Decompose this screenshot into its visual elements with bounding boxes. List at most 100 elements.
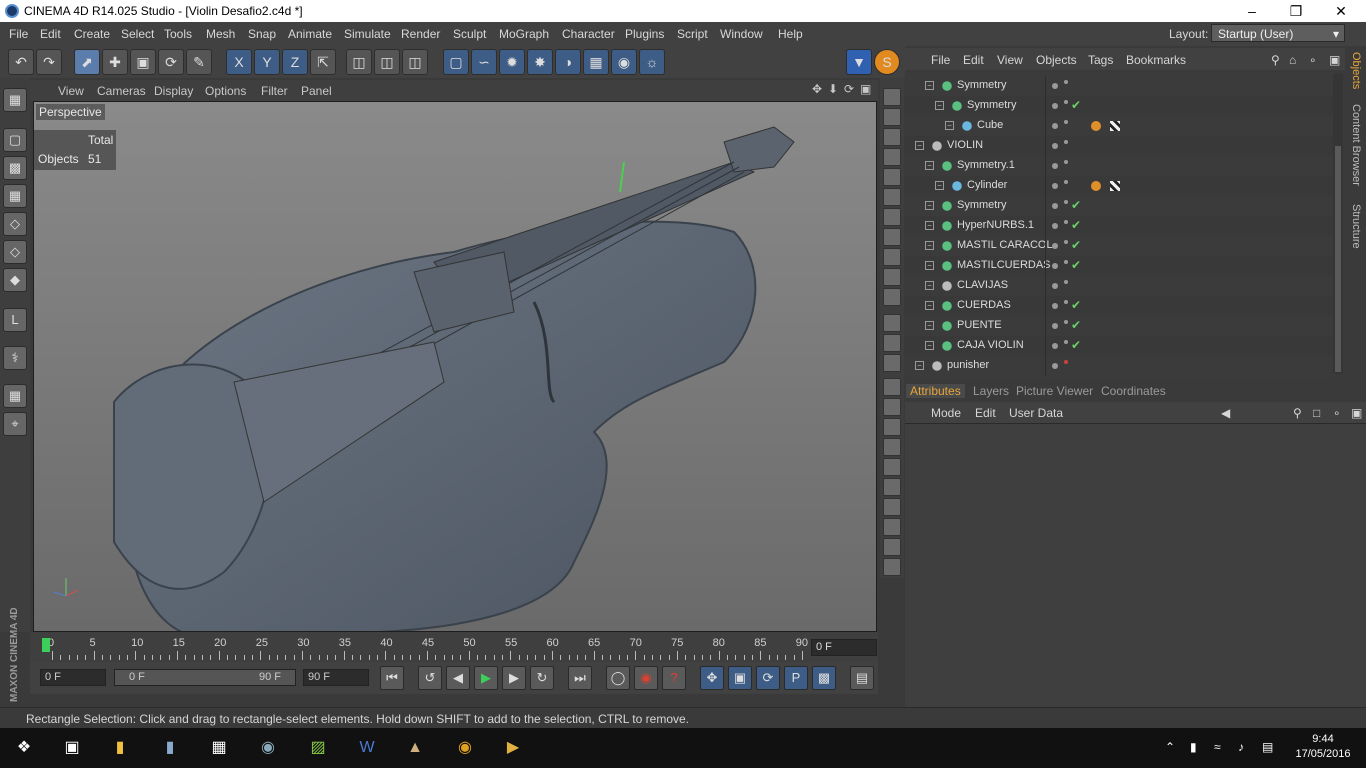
z-axis-icon[interactable]: Z — [282, 49, 308, 75]
timeline[interactable]: 0 5 10 15 20 25 30 35 40 45 50 55 60 65 70 75 80 85 90 0 F — [30, 632, 878, 662]
editor-visibility-dot[interactable] — [1052, 223, 1058, 229]
enabled-check-icon[interactable]: ✔ — [1071, 198, 1081, 212]
system-clock[interactable]: 9:44 17/05/2016 — [1290, 732, 1356, 762]
tool-icon-12[interactable] — [883, 314, 901, 332]
attr-menu-mode[interactable]: Mode — [931, 406, 961, 420]
expand-toggle-icon[interactable]: − — [925, 301, 934, 310]
y-axis-icon[interactable]: Y — [254, 49, 280, 75]
object-name[interactable]: Symmetry — [967, 99, 1017, 111]
tool-icon-20[interactable] — [883, 478, 901, 496]
rotate-icon[interactable]: ⟳ — [158, 49, 184, 75]
render-visibility-dot[interactable] — [1064, 120, 1068, 124]
expand-toggle-icon[interactable]: − — [925, 321, 934, 330]
tool-icon-17[interactable] — [883, 418, 901, 436]
visibility-dots[interactable] — [1045, 176, 1085, 196]
redo-icon[interactable]: ↷ — [36, 49, 62, 75]
object-row[interactable]: − Symmetry.1 — [905, 156, 1335, 176]
tool-icon-9[interactable] — [883, 248, 901, 266]
zoom-view-icon[interactable]: ⬇ — [828, 82, 838, 96]
word-icon[interactable]: W — [353, 734, 381, 762]
new-window-icon[interactable]: ▣ — [1351, 406, 1362, 420]
object-name[interactable]: CLAVIJAS — [957, 279, 1008, 291]
sculpt-icon[interactable]: S — [874, 49, 900, 75]
tool-icon-6[interactable] — [883, 188, 901, 206]
expand-toggle-icon[interactable]: − — [925, 81, 934, 90]
om-menu-tags[interactable]: Tags — [1088, 53, 1113, 67]
snapping-icon[interactable]: ▦ — [3, 384, 27, 408]
tool-icon-10[interactable] — [883, 268, 901, 286]
render-visibility-dot[interactable] — [1064, 180, 1068, 184]
render-visibility-dot[interactable] — [1064, 140, 1068, 144]
object-row[interactable]: − Symmetry — [905, 76, 1335, 96]
enabled-check-icon[interactable]: ✔ — [1071, 338, 1081, 352]
attr-menu-edit[interactable]: Edit — [975, 406, 996, 420]
tool-icon-7[interactable] — [883, 208, 901, 226]
file-explorer-icon[interactable]: ▮ — [106, 734, 134, 762]
render-visibility-dot[interactable] — [1064, 260, 1068, 264]
home-icon[interactable]: ⌂ — [1289, 53, 1296, 67]
recent-tool-icon[interactable]: ✎ — [186, 49, 212, 75]
expand-toggle-icon[interactable]: − — [925, 221, 934, 230]
enabled-check-icon[interactable]: ✔ — [1071, 318, 1081, 332]
tool-icon-2[interactable] — [883, 108, 901, 126]
render-visibility-dot[interactable] — [1064, 320, 1068, 324]
render-visibility-dot[interactable] — [1064, 240, 1068, 244]
object-row[interactable]: − HyperNURBS.1 ✔ — [905, 216, 1335, 236]
viewport-menu-display[interactable]: Display — [154, 84, 193, 98]
menu-create[interactable]: Create — [74, 27, 110, 41]
menu-mesh[interactable]: Mesh — [206, 27, 235, 41]
object-name[interactable]: MASTILCUERDAS — [957, 259, 1051, 271]
points-mode-icon[interactable]: ◇ — [3, 212, 27, 236]
range-slider[interactable]: 0 F 90 F — [114, 669, 296, 686]
key-scale-icon[interactable]: ▣ — [728, 666, 752, 690]
object-row[interactable]: − VIOLIN — [905, 136, 1335, 156]
side-tab-objects[interactable]: Objects — [1350, 52, 1362, 89]
array-icon[interactable]: ✸ — [527, 49, 553, 75]
object-row[interactable]: − MASTILCUERDAS ✔ — [905, 256, 1335, 276]
viewport-menu-panel[interactable]: Panel — [301, 84, 332, 98]
expand-toggle-icon[interactable]: − — [925, 161, 934, 170]
timeline-window-icon[interactable]: ▤ — [850, 666, 874, 690]
keyframe-selection-icon[interactable]: ◯ — [606, 666, 630, 690]
move-icon[interactable]: ✚ — [102, 49, 128, 75]
object-name[interactable]: Symmetry — [957, 79, 1007, 91]
editor-visibility-dot[interactable] — [1052, 143, 1058, 149]
om-menu-file[interactable]: File — [931, 53, 950, 67]
object-row[interactable]: − CAJA VIOLIN ✔ — [905, 336, 1335, 356]
expand-toggle-icon[interactable]: − — [925, 261, 934, 270]
object-row[interactable]: − CLAVIJAS — [905, 276, 1335, 296]
menu-plugins[interactable]: Plugins — [625, 27, 664, 41]
expand-toggle-icon[interactable]: − — [915, 361, 924, 370]
key-parameter-icon[interactable]: P — [784, 666, 808, 690]
texture-tag-icon[interactable] — [1110, 181, 1120, 191]
menu-sculpt[interactable]: Sculpt — [453, 27, 486, 41]
render-visibility-dot[interactable] — [1064, 300, 1068, 304]
render-settings-icon[interactable]: ◫ — [402, 49, 428, 75]
link-icon[interactable]: ∘ — [1309, 53, 1317, 67]
object-row[interactable]: − punisher — [905, 356, 1335, 376]
editor-visibility-dot[interactable] — [1052, 343, 1058, 349]
menu-window[interactable]: Window — [720, 27, 763, 41]
enabled-check-icon[interactable]: ✔ — [1071, 298, 1081, 312]
texture-tag-icon[interactable] — [1110, 121, 1120, 131]
render-view-icon[interactable]: ◫ — [346, 49, 372, 75]
om-menu-objects[interactable]: Objects — [1036, 53, 1077, 67]
expand-toggle-icon[interactable]: − — [925, 281, 934, 290]
lock-workplane-icon[interactable]: ⌖ — [3, 412, 27, 436]
object-name[interactable]: punisher — [947, 359, 989, 371]
object-row[interactable]: − MASTIL CARACOL ✔ — [905, 236, 1335, 256]
scale-icon[interactable]: ▣ — [130, 49, 156, 75]
media-player-icon[interactable]: ▶ — [499, 734, 527, 762]
menu-render[interactable]: Render — [401, 27, 440, 41]
viewport-camera-label[interactable]: Perspective — [36, 104, 105, 120]
key-position-icon[interactable]: ✥ — [700, 666, 724, 690]
editor-visibility-dot[interactable] — [1052, 123, 1058, 129]
go-to-end-icon[interactable]: ⏭ — [568, 666, 592, 690]
tool-icon-21[interactable] — [883, 498, 901, 516]
previous-key-icon[interactable]: ↺ — [418, 666, 442, 690]
move-view-icon[interactable]: ✥ — [812, 82, 822, 96]
end-frame-field[interactable]: 90 F — [303, 669, 369, 686]
tool-icon-16[interactable] — [883, 398, 901, 416]
scroll-thumb[interactable] — [1335, 146, 1341, 372]
python-icon[interactable]: ▼ — [846, 49, 872, 75]
